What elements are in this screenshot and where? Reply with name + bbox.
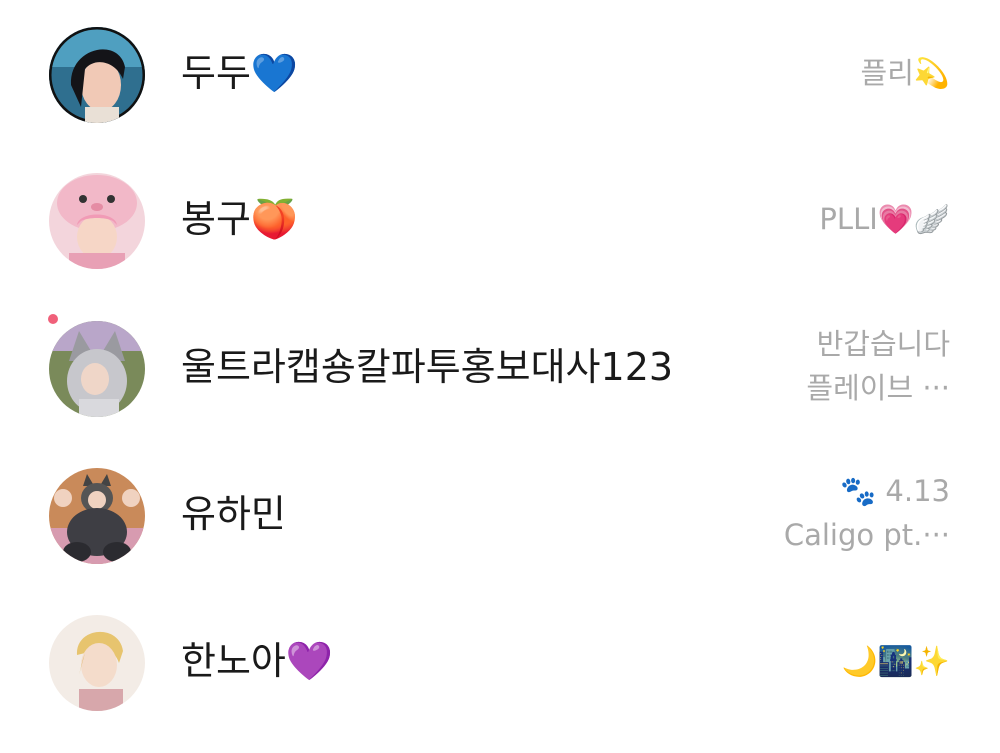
avatar-wolf-hood-image: [49, 321, 145, 417]
status-line-1: PLLI💗🪽: [819, 202, 950, 236]
friend-row-yuhamin[interactable]: 유하민 🐾 4.13 Caligo pt.···: [0, 441, 1000, 587]
friend-list: 두두💙 플리💫 봉구🍑 PLLI💗🪽 울트라캡숑칼파투홍보대사123 반갑습니다…: [0, 0, 1000, 753]
status-line-1: 🐾 4.13: [840, 474, 950, 508]
friend-row-ultra[interactable]: 울트라캡숑칼파투홍보대사123 반갑습니다 플레이브 ···: [0, 294, 1000, 440]
friend-name: 봉구🍑: [181, 197, 299, 241]
friend-name: 유하민: [181, 492, 286, 536]
friend-row-dudu[interactable]: 두두💙 플리💫: [0, 0, 1000, 146]
status-message: 🌙🌃✨: [842, 639, 950, 683]
new-update-dot: [48, 314, 58, 324]
friend-row-hannoah[interactable]: 한노아💜 🌙🌃✨: [0, 588, 1000, 734]
avatar-pink-hood-image: [49, 173, 145, 269]
profile-avatar[interactable]: [49, 468, 145, 564]
friend-name: 울트라캡숑칼파투홍보대사123: [181, 345, 674, 389]
friend-name: 한노아💜: [181, 639, 334, 683]
status-line-2: Caligo pt.···: [783, 518, 950, 552]
status-message: 플리💫: [861, 51, 950, 95]
friend-row-bonggu[interactable]: 봉구🍑 PLLI💗🪽: [0, 146, 1000, 292]
status-line-1: 🌙🌃✨: [841, 644, 950, 678]
profile-avatar[interactable]: [49, 27, 145, 123]
profile-avatar[interactable]: [49, 321, 145, 417]
profile-avatar[interactable]: [49, 173, 145, 269]
status-message: PLLI💗🪽: [819, 197, 950, 241]
status-line-1: 반갑습니다: [816, 327, 950, 361]
status-message: 🐾 4.13 Caligo pt.···: [784, 469, 950, 557]
avatar-dark-hair-boy-image: [49, 27, 145, 123]
avatar-blond-boy-image: [49, 615, 145, 711]
avatar-cat-costume-image: [49, 468, 145, 564]
status-message: 반갑습니다 플레이브 ···: [806, 322, 950, 410]
profile-avatar[interactable]: [49, 615, 145, 711]
status-line-2: 플레이브 ···: [806, 371, 950, 405]
friend-name: 두두💙: [181, 51, 299, 95]
status-line-1: 플리💫: [860, 56, 950, 90]
